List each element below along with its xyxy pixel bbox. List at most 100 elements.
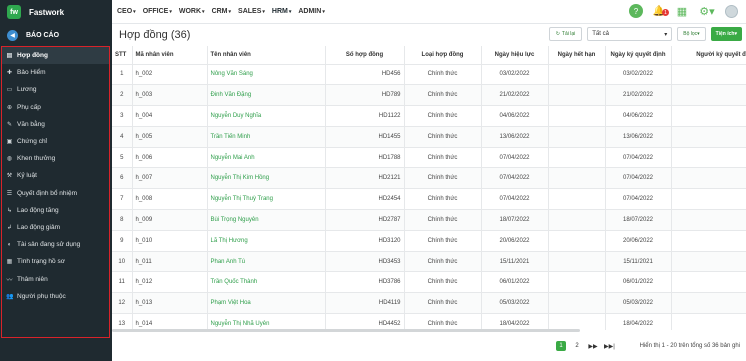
horizontal-scrollbar[interactable] <box>112 329 580 332</box>
employee-name-link[interactable]: Phan Anh Tú <box>207 251 326 273</box>
fastwork-logo[interactable]: fw <box>7 5 21 19</box>
filter-button[interactable]: Bộ lọc ▾ <box>677 27 706 41</box>
column-header[interactable]: Ngày ký quyết định <box>605 46 672 65</box>
table-row[interactable]: 5 h_006 Nguyễn Mai Anh HD1788 Chính thức 07/0… <box>112 147 746 169</box>
page-button-2[interactable]: 2 <box>572 341 582 351</box>
contracts-table-container[interactable]: STT Mã nhân viên Tên nhân viên Số hợp đồng L… <box>112 46 746 330</box>
column-header[interactable]: Số hợp đồng <box>325 46 405 65</box>
table-body: 1 h_002 Nông Văn Sáng HD456 Chính thức 03/02/… <box>112 64 746 330</box>
sidebar-item-8[interactable]: ☰ Quyết định bổ nhiệm <box>2 185 109 202</box>
employee-name-link[interactable]: Trần Tiến Minh <box>207 126 326 148</box>
page-button-current[interactable]: 1 <box>556 341 566 351</box>
sidebar-item-12[interactable]: ▦ Tình trạng hồ sơ <box>2 253 109 270</box>
sidebar-item-0[interactable]: ▤ Hợp đồng <box>2 47 109 65</box>
next-page-icon[interactable]: ▶▶ <box>588 341 598 351</box>
table-cell: 07/04/2022 <box>605 147 672 169</box>
apps-grid-icon[interactable]: ▦ <box>675 4 689 18</box>
sidebar-item-5[interactable]: ▣ Chứng chỉ <box>2 133 109 150</box>
last-page-icon[interactable]: ▶▶| <box>604 341 615 351</box>
employee-name-link[interactable]: Đinh Văn Đặng <box>207 84 326 107</box>
table-cell: 2 <box>112 84 133 107</box>
employee-name-link[interactable]: Bùi Trọng Nguyên <box>207 209 326 231</box>
table-cell: 21/02/2022 <box>605 84 672 107</box>
nav-office[interactable]: OFFICE ▾ <box>143 8 172 15</box>
dependents-icon: 👥 <box>6 293 14 300</box>
table-cell <box>671 271 746 294</box>
brand: fw Fastwork <box>0 0 112 24</box>
reload-label: Tải lại <box>561 31 576 37</box>
table-row[interactable]: 6 h_007 Nguyễn Thị Kim Hồng HD2121 Chính thứ… <box>112 167 746 190</box>
table-row[interactable]: 13 h_014 Nguyễn Thị Nhã Uyên HD4452 Chính th… <box>112 313 746 330</box>
bell-icon[interactable]: 🔔 1 <box>652 4 669 18</box>
table-cell <box>548 271 606 294</box>
employee-name-link[interactable]: Nguyễn Duy Nghĩa <box>207 105 326 127</box>
table-cell: Chính thức <box>404 271 482 294</box>
sidebar-item-2[interactable]: ▭ Lương <box>2 81 109 98</box>
employee-name-link[interactable]: Lã Thị Hương <box>207 230 326 252</box>
table-row[interactable]: 11 h_012 Trần Quốc Thành HD3786 Chính thức 06… <box>112 271 746 294</box>
column-header[interactable]: Loại hợp đồng <box>404 46 482 65</box>
column-header[interactable]: Người ký quyết định <box>671 46 746 65</box>
avatar[interactable] <box>725 4 738 18</box>
utility-label: Tiện ích <box>715 31 735 37</box>
employee-name-link[interactable]: Trần Quốc Thành <box>207 271 326 294</box>
nav-ceo[interactable]: CEO ▾ <box>117 8 136 15</box>
table-row[interactable]: 3 h_004 Nguyễn Duy Nghĩa HD1122 Chính thức 04… <box>112 105 746 127</box>
sidebar-item-label: Khen thưởng <box>17 155 56 163</box>
chevron-down-icon: ▾ <box>169 8 172 15</box>
sidebar-item-9[interactable]: ↳ Lao động tăng <box>2 202 109 219</box>
column-header[interactable]: Ngày hết hạn <box>548 46 606 65</box>
table-row[interactable]: 1 h_002 Nông Văn Sáng HD456 Chính thức 03/02/… <box>112 64 746 86</box>
table-cell: h_007 <box>132 167 208 190</box>
settings-gear-icon[interactable]: ⚙▾ <box>698 4 716 18</box>
table-row[interactable]: 8 h_009 Bùi Trọng Nguyên HD2787 Chính thức 18… <box>112 209 746 231</box>
table-cell: h_008 <box>132 188 208 211</box>
nav-hrm[interactable]: HRM ▾ <box>272 8 291 15</box>
table-cell <box>671 209 746 231</box>
nav-work[interactable]: WORK ▾ <box>179 8 205 15</box>
sidebar-item-14[interactable]: 👥 Người phụ thuộc <box>2 288 109 305</box>
reload-button[interactable]: ↻ Tải lại <box>548 27 583 41</box>
utility-button[interactable]: Tiện ích ▾ <box>710 27 742 41</box>
table-cell: h_004 <box>132 105 208 127</box>
employee-name-link[interactable]: Nguyễn Thị Nhã Uyên <box>207 313 326 330</box>
table-row[interactable]: 9 h_010 Lã Thị Hương HD3120 Chính thức 20/06/… <box>112 230 746 252</box>
sidebar-item-4[interactable]: ✎ Văn bằng <box>2 116 109 133</box>
sidebar-item-11[interactable]: ◐ Tài sản đang sử dụng <box>2 236 109 253</box>
back-arrow-icon[interactable]: ◀ <box>7 29 18 41</box>
report-menu: ▤ Hợp đồng ✚ Bảo Hiểm ▭ Lương ⊕ Phụ cấp ✎ Văn bằn… <box>1 46 110 338</box>
table-row[interactable]: 2 h_003 Đinh Văn Đặng HD789 Chính thức 21/02/… <box>112 84 746 107</box>
table-row[interactable]: 10 h_011 Phan Anh Tú HD3453 Chính thức 15/11/… <box>112 251 746 273</box>
employee-name-link[interactable]: Nguyễn Thị Kim Hồng <box>207 167 326 190</box>
employee-name-link[interactable]: Nguyễn Thị Thuỳ Trang <box>207 188 326 211</box>
help-icon[interactable]: ? <box>629 4 643 18</box>
column-header[interactable]: Ngày hiệu lực <box>481 46 549 65</box>
table-cell: 8 <box>112 209 133 231</box>
sidebar-item-10[interactable]: ↲ Lao động giảm <box>2 219 109 236</box>
column-header[interactable]: Mã nhân viên <box>132 46 208 65</box>
table-row[interactable]: 7 h_008 Nguyễn Thị Thuỳ Trang HD2454 Chính t… <box>112 188 746 211</box>
table-cell: 18/07/2022 <box>605 209 672 231</box>
table-row[interactable]: 12 h_013 Phạm Việt Hoa HD4119 Chính thức 05/0… <box>112 292 746 315</box>
sidebar-item-7[interactable]: ⚒ Kỷ luật <box>2 167 109 184</box>
table-row[interactable]: 4 h_005 Trần Tiến Minh HD1455 Chính thức 13/0… <box>112 126 746 148</box>
nav-sales[interactable]: SALES ▾ <box>238 8 265 15</box>
nav-crm[interactable]: CRM ▾ <box>212 8 231 15</box>
column-header[interactable]: Tên nhân viên <box>207 46 326 65</box>
sidebar-item-13[interactable]: 〰 Thâm niên <box>2 270 109 287</box>
contracts-table: STT Mã nhân viên Tên nhân viên Số hợp đồng L… <box>112 46 746 330</box>
nav-label: HRM <box>271 8 288 15</box>
status-select[interactable]: Tất cả ▾ <box>587 27 673 41</box>
sidebar-item-6[interactable]: ◍ Khen thưởng <box>2 150 109 167</box>
employee-name-link[interactable]: Phạm Việt Hoa <box>207 292 326 315</box>
column-header[interactable]: STT <box>112 46 133 65</box>
allowance-icon: ⊕ <box>6 104 13 111</box>
sidebar-item-1[interactable]: ✚ Bảo Hiểm <box>2 64 109 81</box>
nav-admin[interactable]: ADMIN ▾ <box>298 8 324 15</box>
sidebar-item-label: Lao động tăng <box>17 206 59 214</box>
table-cell <box>671 251 746 273</box>
chevron-down-icon: ▾ <box>262 8 265 15</box>
employee-name-link[interactable]: Nông Văn Sáng <box>207 64 326 86</box>
employee-name-link[interactable]: Nguyễn Mai Anh <box>207 147 326 169</box>
sidebar-item-3[interactable]: ⊕ Phụ cấp <box>2 99 109 116</box>
